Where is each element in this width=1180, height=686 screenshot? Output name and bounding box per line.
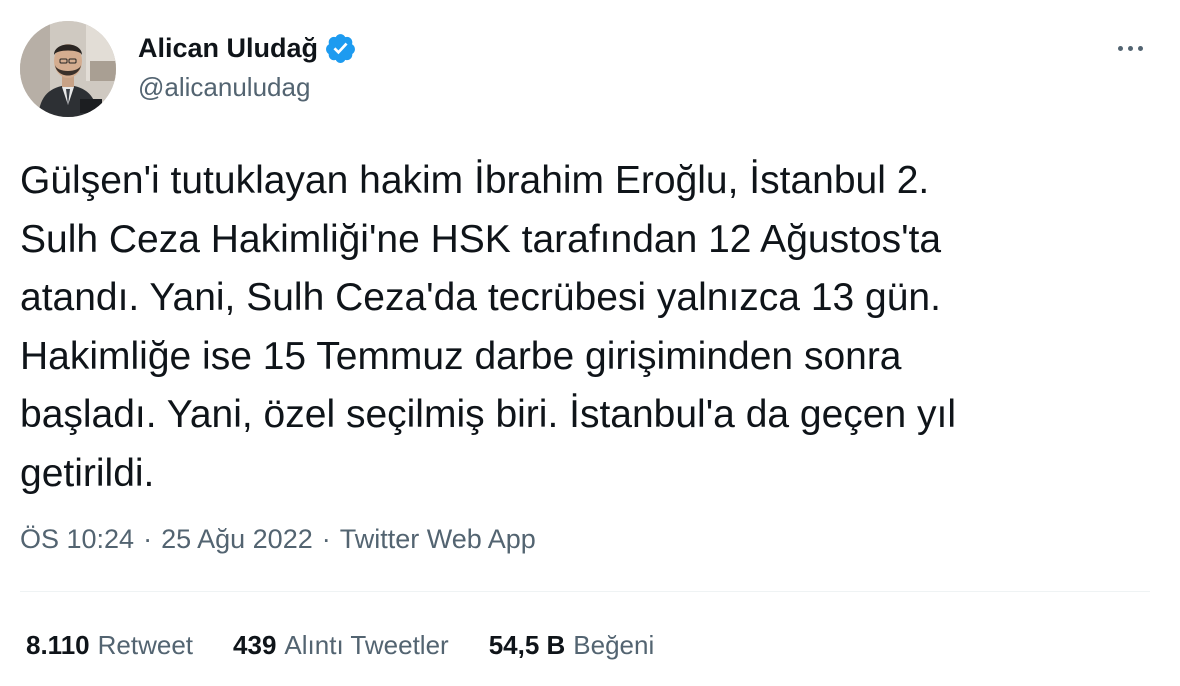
tweet-text-line: atandı. Yani, Sulh Ceza'da tecrübesi yal… xyxy=(20,276,941,319)
tweet-meta: ÖS 10:24 · 25 Ağu 2022 · Twitter Web App xyxy=(20,520,536,558)
author-name-row: Alican Uludağ xyxy=(138,30,357,66)
avatar[interactable] xyxy=(20,21,116,117)
retweets-label: Retweet xyxy=(97,629,194,660)
quotes-label: Alıntı Tweetler xyxy=(284,629,449,660)
tweet-text: Gülşen'i tutuklayan hakim İbrahim Eroğlu… xyxy=(20,152,1140,503)
verified-badge-icon xyxy=(324,32,357,65)
tweet-text-line: Hakimliğe ise 15 Temmuz darbe girişimind… xyxy=(20,334,902,378)
quotes-count: 439 xyxy=(233,629,277,660)
meta-separator: · xyxy=(143,523,153,554)
avatar-photo xyxy=(20,21,116,117)
more-dot xyxy=(1127,45,1133,51)
tweet-text-line: başladı. Yani, özel seçilmiş biri. İstan… xyxy=(20,393,956,436)
quotes-stat[interactable]: 439 Alıntı Tweetler xyxy=(233,630,449,661)
likes-stat[interactable]: 54,5 B Beğeni xyxy=(489,630,655,661)
tweet-stats: 8.110 Retweet 439 Alıntı Tweetler 54,5 B… xyxy=(26,626,694,664)
meta-separator: · xyxy=(321,523,331,554)
tweet-text-line: Gülşen'i tutuklayan hakim İbrahim Eroğlu… xyxy=(20,159,930,202)
likes-count: 54,5 B xyxy=(488,629,566,660)
retweets-stat[interactable]: 8.110 Retweet xyxy=(26,630,193,661)
more-dot xyxy=(1117,45,1123,51)
tweet-card: Alican Uludağ @alicanuludag Gülşen'i tut… xyxy=(0,0,1180,686)
likes-label: Beğeni xyxy=(573,629,655,660)
tweet-text-line: Sulh Ceza Hakimliği'ne HSK tarafından 12… xyxy=(20,217,942,261)
tweet-text-line: getirildi. xyxy=(20,451,155,495)
tweet-date[interactable]: 25 Ağu 2022 xyxy=(161,524,313,555)
author-handle[interactable]: @alicanuludag xyxy=(138,72,310,103)
tweet-time[interactable]: ÖS 10:24 xyxy=(20,524,134,555)
retweets-count: 8.110 xyxy=(26,629,90,660)
tweet-source[interactable]: Twitter Web App xyxy=(340,524,536,555)
more-dot xyxy=(1137,45,1143,51)
divider xyxy=(20,591,1150,592)
more-horizontal-icon[interactable] xyxy=(1108,30,1152,66)
author-display-name[interactable]: Alican Uludağ xyxy=(138,33,318,64)
